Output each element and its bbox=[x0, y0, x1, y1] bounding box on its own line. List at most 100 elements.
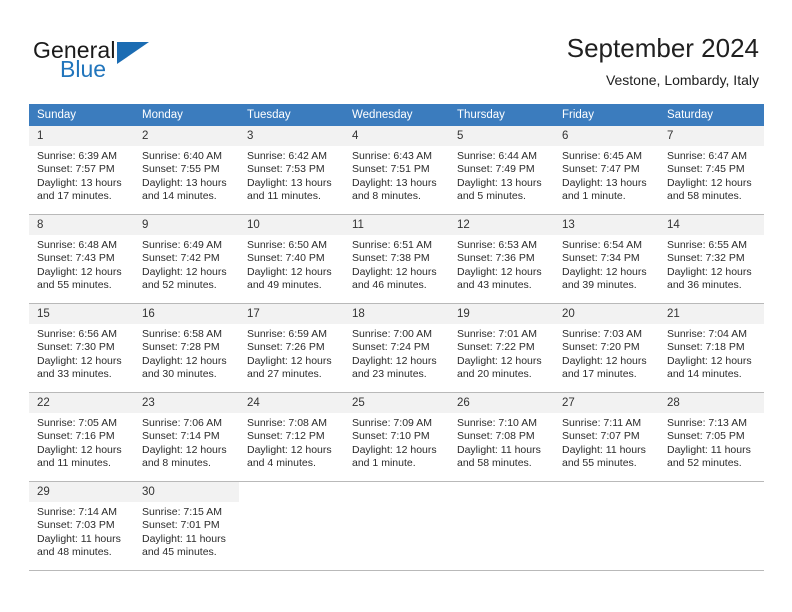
sunset-text: Sunset: 7:07 PM bbox=[562, 430, 640, 443]
day-details: Sunrise: 6:56 AM Sunset: 7:30 PM Daylight:… bbox=[29, 324, 134, 382]
weekday-header-saturday: Saturday bbox=[659, 104, 764, 126]
calendar-day-cell[interactable]: 16 Sunrise: 6:58 AM Sunset: 7:28 PM Dayligh… bbox=[134, 303, 239, 393]
sunset-text: Sunset: 7:30 PM bbox=[37, 341, 115, 354]
calendar-day-cell[interactable]: 22 Sunrise: 7:05 AM Sunset: 7:16 PM Dayligh… bbox=[29, 392, 134, 482]
sunset-text: Sunset: 7:14 PM bbox=[142, 430, 220, 443]
calendar-day-cell[interactable]: 29 Sunrise: 7:14 AM Sunset: 7:03 PM Dayligh… bbox=[29, 481, 134, 571]
calendar-day-cell[interactable]: 20 Sunrise: 7:03 AM Sunset: 7:20 PM Dayligh… bbox=[554, 303, 659, 393]
day-number: 4 bbox=[344, 126, 449, 146]
calendar-day-cell[interactable]: 3 Sunrise: 6:42 AM Sunset: 7:53 PM Daylight… bbox=[239, 126, 344, 215]
calendar-day-cell[interactable]: 1 Sunrise: 6:39 AM Sunset: 7:57 PM Daylight… bbox=[29, 126, 134, 215]
calendar-day-cell[interactable]: 7 Sunrise: 6:47 AM Sunset: 7:45 PM Daylight… bbox=[659, 126, 764, 215]
daylight-text: Daylight: 13 hours and 11 minutes. bbox=[247, 176, 332, 203]
sunrise-text: Sunrise: 6:49 AM bbox=[142, 239, 222, 251]
sunset-text: Sunset: 7:45 PM bbox=[667, 163, 745, 176]
calendar-day-cell[interactable]: 26 Sunrise: 7:10 AM Sunset: 7:08 PM Dayligh… bbox=[449, 392, 554, 482]
calendar-week-row: 29 Sunrise: 7:14 AM Sunset: 7:03 PM Dayligh… bbox=[29, 481, 764, 571]
calendar-page: General Blue September 2024 Vestone, Lom… bbox=[0, 0, 792, 612]
calendar-day-cell[interactable]: 5 Sunrise: 6:44 AM Sunset: 7:49 PM Daylight… bbox=[449, 126, 554, 215]
calendar-day-cell[interactable]: 24 Sunrise: 7:08 AM Sunset: 7:12 PM Dayligh… bbox=[239, 392, 344, 482]
day-details: Sunrise: 6:42 AM Sunset: 7:53 PM Daylight:… bbox=[239, 146, 344, 204]
day-number: 6 bbox=[554, 126, 659, 146]
daylight-text: Daylight: 12 hours and 36 minutes. bbox=[667, 265, 752, 292]
calendar-day-cell[interactable]: 23 Sunrise: 7:06 AM Sunset: 7:14 PM Dayligh… bbox=[134, 392, 239, 482]
weekday-header-tuesday: Tuesday bbox=[239, 104, 344, 126]
sunset-text: Sunset: 7:16 PM bbox=[37, 430, 115, 443]
calendar-day-cell[interactable]: 13 Sunrise: 6:54 AM Sunset: 7:34 PM Dayligh… bbox=[554, 214, 659, 304]
calendar-grid: Sunday Monday Tuesday Wednesday Thursday… bbox=[29, 104, 764, 571]
sunset-text: Sunset: 7:24 PM bbox=[352, 341, 430, 354]
day-number: 8 bbox=[29, 215, 134, 235]
calendar-day-cell[interactable]: 4 Sunrise: 6:43 AM Sunset: 7:51 PM Daylight… bbox=[344, 126, 449, 215]
day-details: Sunrise: 7:06 AM Sunset: 7:14 PM Daylight:… bbox=[134, 413, 239, 471]
daylight-text: Daylight: 12 hours and 14 minutes. bbox=[667, 354, 752, 381]
day-details: Sunrise: 6:44 AM Sunset: 7:49 PM Daylight:… bbox=[449, 146, 554, 204]
page-title: September 2024 bbox=[566, 33, 759, 63]
calendar-day-cell[interactable]: 18 Sunrise: 7:00 AM Sunset: 7:24 PM Dayligh… bbox=[344, 303, 449, 393]
calendar-day-cell[interactable]: 17 Sunrise: 6:59 AM Sunset: 7:26 PM Dayligh… bbox=[239, 303, 344, 393]
page-header: General Blue September 2024 Vestone, Lom… bbox=[0, 0, 792, 100]
sunrise-text: Sunrise: 6:40 AM bbox=[142, 150, 222, 162]
day-number: 11 bbox=[344, 215, 449, 235]
calendar-day-cell[interactable]: 2 Sunrise: 6:40 AM Sunset: 7:55 PM Daylight… bbox=[134, 126, 239, 215]
daylight-text: Daylight: 12 hours and 11 minutes. bbox=[37, 443, 122, 470]
calendar-day-cell[interactable]: 15 Sunrise: 6:56 AM Sunset: 7:30 PM Dayligh… bbox=[29, 303, 134, 393]
daylight-text: Daylight: 12 hours and 23 minutes. bbox=[352, 354, 437, 381]
calendar-day-cell[interactable]: 21 Sunrise: 7:04 AM Sunset: 7:18 PM Dayligh… bbox=[659, 303, 764, 393]
day-details: Sunrise: 6:48 AM Sunset: 7:43 PM Daylight:… bbox=[29, 235, 134, 293]
day-details: Sunrise: 7:04 AM Sunset: 7:18 PM Daylight:… bbox=[659, 324, 764, 382]
day-number: 15 bbox=[29, 304, 134, 324]
sunrise-text: Sunrise: 6:51 AM bbox=[352, 239, 432, 251]
day-number: 3 bbox=[239, 126, 344, 146]
calendar-day-cell[interactable]: 30 Sunrise: 7:15 AM Sunset: 7:01 PM Dayligh… bbox=[134, 481, 239, 571]
sunrise-text: Sunrise: 6:56 AM bbox=[37, 328, 117, 340]
calendar-body: 1 Sunrise: 6:39 AM Sunset: 7:57 PM Daylight… bbox=[29, 126, 764, 571]
day-details: Sunrise: 6:54 AM Sunset: 7:34 PM Daylight:… bbox=[554, 235, 659, 293]
page-subtitle: Vestone, Lombardy, Italy bbox=[605, 72, 759, 88]
sunrise-text: Sunrise: 7:14 AM bbox=[37, 506, 117, 518]
day-number: 19 bbox=[449, 304, 554, 324]
calendar-day-cell[interactable]: 9 Sunrise: 6:49 AM Sunset: 7:42 PM Daylight… bbox=[134, 214, 239, 304]
calendar-week-row: 15 Sunrise: 6:56 AM Sunset: 7:30 PM Dayligh… bbox=[29, 303, 764, 393]
daylight-text: Daylight: 11 hours and 58 minutes. bbox=[457, 443, 541, 470]
daylight-text: Daylight: 12 hours and 58 minutes. bbox=[667, 176, 752, 203]
calendar-empty-cell bbox=[659, 481, 764, 571]
calendar-day-cell[interactable]: 19 Sunrise: 7:01 AM Sunset: 7:22 PM Dayligh… bbox=[449, 303, 554, 393]
sunrise-text: Sunrise: 7:11 AM bbox=[562, 417, 642, 429]
sunset-text: Sunset: 7:26 PM bbox=[247, 341, 325, 354]
day-details: Sunrise: 6:51 AM Sunset: 7:38 PM Daylight:… bbox=[344, 235, 449, 293]
sunset-text: Sunset: 7:20 PM bbox=[562, 341, 640, 354]
sunset-text: Sunset: 7:49 PM bbox=[457, 163, 535, 176]
day-number bbox=[659, 482, 764, 502]
calendar-day-cell[interactable]: 6 Sunrise: 6:45 AM Sunset: 7:47 PM Daylight… bbox=[554, 126, 659, 215]
calendar-day-cell[interactable]: 11 Sunrise: 6:51 AM Sunset: 7:38 PM Dayligh… bbox=[344, 214, 449, 304]
weekday-header-friday: Friday bbox=[554, 104, 659, 126]
calendar-day-cell[interactable]: 14 Sunrise: 6:55 AM Sunset: 7:32 PM Dayligh… bbox=[659, 214, 764, 304]
sunrise-text: Sunrise: 6:53 AM bbox=[457, 239, 537, 251]
sunset-text: Sunset: 7:38 PM bbox=[352, 252, 430, 265]
day-details: Sunrise: 6:55 AM Sunset: 7:32 PM Daylight:… bbox=[659, 235, 764, 293]
calendar-day-cell[interactable]: 28 Sunrise: 7:13 AM Sunset: 7:05 PM Dayligh… bbox=[659, 392, 764, 482]
sunset-text: Sunset: 7:53 PM bbox=[247, 163, 325, 176]
day-number: 18 bbox=[344, 304, 449, 324]
title-block: September 2024 Vestone, Lombardy, Italy bbox=[567, 32, 759, 89]
daylight-text: Daylight: 13 hours and 14 minutes. bbox=[142, 176, 227, 203]
calendar-day-cell[interactable]: 10 Sunrise: 6:50 AM Sunset: 7:40 PM Dayligh… bbox=[239, 214, 344, 304]
sunrise-text: Sunrise: 6:47 AM bbox=[667, 150, 747, 162]
day-number: 1 bbox=[29, 126, 134, 146]
weekday-header-sunday: Sunday bbox=[29, 104, 134, 126]
daylight-text: Daylight: 11 hours and 45 minutes. bbox=[142, 532, 226, 559]
day-details: Sunrise: 6:43 AM Sunset: 7:51 PM Daylight:… bbox=[344, 146, 449, 204]
day-number: 7 bbox=[659, 126, 764, 146]
calendar-day-cell[interactable]: 27 Sunrise: 7:11 AM Sunset: 7:07 PM Dayligh… bbox=[554, 392, 659, 482]
weekday-header-wednesday: Wednesday bbox=[344, 104, 449, 126]
calendar-day-cell[interactable]: 12 Sunrise: 6:53 AM Sunset: 7:36 PM Dayligh… bbox=[449, 214, 554, 304]
day-number: 16 bbox=[134, 304, 239, 324]
calendar-day-cell[interactable]: 8 Sunrise: 6:48 AM Sunset: 7:43 PM Daylight… bbox=[29, 214, 134, 304]
general-blue-logo[interactable]: General Blue bbox=[33, 37, 173, 85]
sunrise-text: Sunrise: 7:10 AM bbox=[457, 417, 537, 429]
sunset-text: Sunset: 7:18 PM bbox=[667, 341, 745, 354]
daylight-text: Daylight: 13 hours and 8 minutes. bbox=[352, 176, 437, 203]
day-number: 12 bbox=[449, 215, 554, 235]
calendar-day-cell[interactable]: 25 Sunrise: 7:09 AM Sunset: 7:10 PM Dayligh… bbox=[344, 392, 449, 482]
